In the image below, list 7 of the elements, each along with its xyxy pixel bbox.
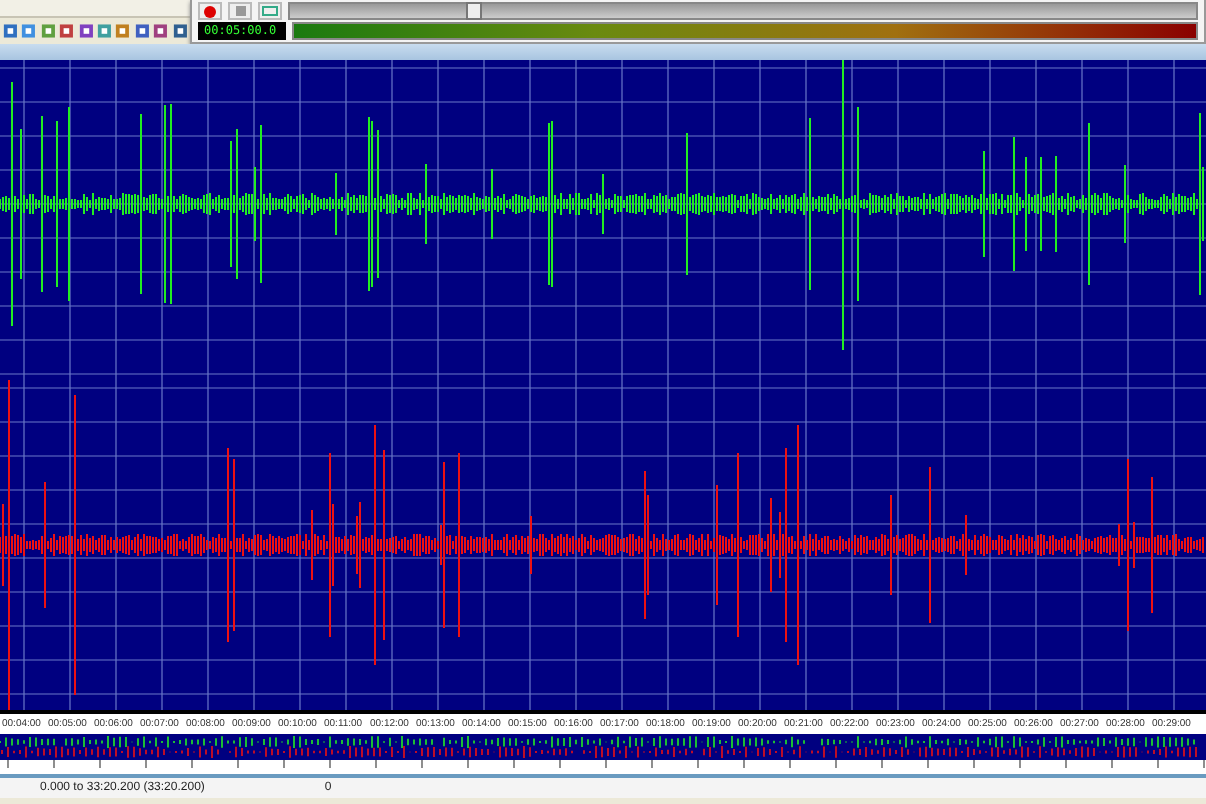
- loop-icon: [262, 6, 278, 16]
- stop-button[interactable]: [228, 2, 252, 20]
- loop-button[interactable]: [258, 2, 282, 20]
- record-icon: [204, 5, 216, 17]
- record-button[interactable]: [198, 2, 222, 20]
- stop-icon: [235, 6, 245, 16]
- position-slider[interactable]: [465, 2, 482, 20]
